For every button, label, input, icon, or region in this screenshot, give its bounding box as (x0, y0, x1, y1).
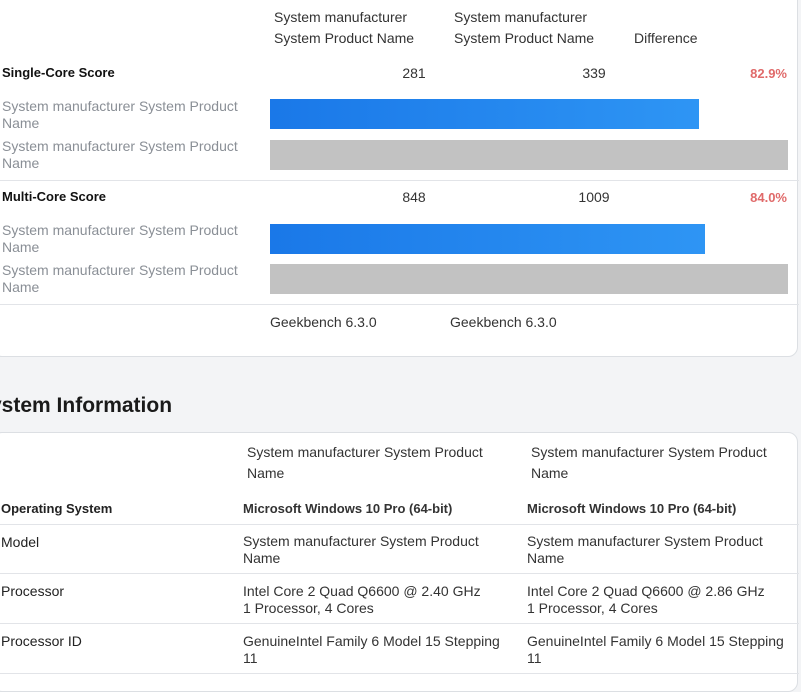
row-key-processor: Processor (1, 583, 65, 599)
version-a[interactable]: Geekbench 6.3.0 (270, 314, 377, 330)
multi-core-difference: 84.0% (750, 190, 787, 205)
multi-core-device-b-label: System manufacturer System Product Name (2, 262, 238, 295)
sys-device-b-header[interactable]: System manufacturer System Product Name (531, 442, 776, 484)
row-value-processor-a: Intel Core 2 Quad Q6600 @ 2.40 GHz 1 Pro… (243, 583, 481, 616)
device-a-header[interactable]: System manufacturer System Product Name (274, 7, 414, 49)
section-title-system-information: ystem Information (0, 394, 173, 417)
multi-core-score-b: 1009 (578, 189, 610, 205)
device-b-header-line1: System manufacturer (454, 9, 588, 25)
device-label-line1: System manufacturer System Product (2, 98, 238, 114)
multi-core-bar-b (270, 264, 788, 294)
multi-core-title: Multi-Core Score (2, 189, 107, 204)
version-b[interactable]: Geekbench 6.3.0 (450, 314, 557, 330)
device-a-header-line1: System manufacturer (274, 9, 408, 25)
multi-core-device-a-label: System manufacturer System Product Name (2, 222, 238, 255)
single-core-title: Single-Core Score (2, 65, 115, 80)
single-core-bar-a (270, 99, 699, 129)
single-core-score-b: 339 (582, 65, 606, 81)
row-value-operating-system-a: Microsoft Windows 10 Pro (64-bit) (243, 501, 453, 516)
device-b-header[interactable]: System manufacturer System Product Name (454, 7, 594, 49)
multi-core-score-a: 848 (402, 189, 426, 205)
divider (0, 180, 799, 181)
device-label-line2: Name (2, 238, 40, 255)
device-label-line1: System manufacturer System Product (2, 222, 238, 238)
device-label-line1: System manufacturer System Product (2, 138, 238, 154)
single-core-bar-b (270, 140, 788, 170)
row-key-model: Model (1, 534, 40, 550)
device-label-line1: System manufacturer System Product (2, 262, 238, 278)
row-value-model-b: System manufacturer System Product Name (527, 533, 763, 566)
single-core-device-a-label: System manufacturer System Product Name (2, 98, 238, 131)
divider (0, 573, 799, 574)
row-key-operating-system: Operating System (1, 501, 113, 516)
single-core-difference: 82.9% (750, 66, 787, 81)
device-label-line2: Name (2, 114, 40, 131)
row-key-processor-id: Processor ID (1, 633, 82, 649)
divider (0, 524, 799, 525)
divider (0, 623, 799, 624)
device-label-line2: Name (2, 278, 40, 295)
single-core-device-b-label: System manufacturer System Product Name (2, 138, 238, 171)
row-value-processor-b: Intel Core 2 Quad Q6600 @ 2.86 GHz 1 Pro… (527, 583, 765, 616)
row-value-operating-system-b: Microsoft Windows 10 Pro (64-bit) (527, 501, 737, 516)
divider (0, 673, 799, 674)
multi-core-bar-a (270, 224, 705, 254)
row-value-model-a: System manufacturer System Product Name (243, 533, 479, 566)
sys-device-a-header[interactable]: System manufacturer System Product Name (247, 442, 492, 484)
row-value-processor-id-b: GenuineIntel Family 6 Model 15 Stepping … (527, 633, 784, 666)
system-information-panel: System manufacturer System Product Name … (0, 432, 799, 692)
row-value-processor-id-a: GenuineIntel Family 6 Model 15 Stepping … (243, 633, 500, 666)
divider (0, 304, 799, 305)
single-core-score-a: 281 (402, 65, 426, 81)
benchmark-comparison-panel: System manufacturer System Product Name … (0, 0, 799, 357)
device-a-header-line2: System Product Name (274, 30, 415, 46)
device-b-header-line2: System Product Name (454, 30, 595, 46)
difference-header: Difference (634, 30, 698, 46)
device-label-line2: Name (2, 154, 40, 171)
